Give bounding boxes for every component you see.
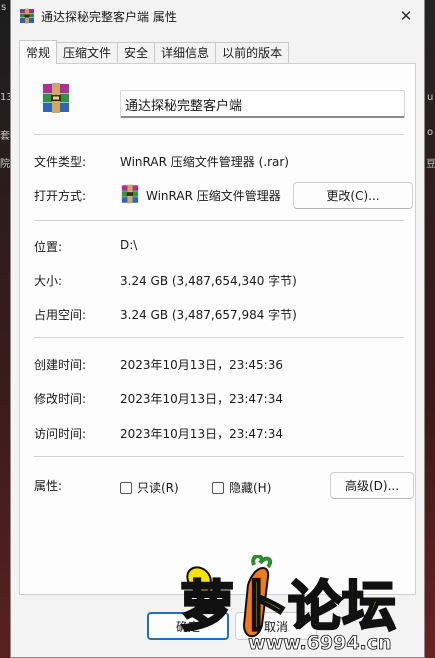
location-value: D:\ bbox=[120, 238, 138, 252]
file-type-value: WinRAR 压缩文件管理器 (.rar) bbox=[120, 155, 289, 169]
separator bbox=[34, 337, 404, 338]
opens-with-value: WinRAR 压缩文件管理器 bbox=[146, 189, 281, 203]
close-button[interactable]: ✕ bbox=[392, 4, 420, 28]
background-text: 豆 bbox=[426, 159, 435, 170]
background-text: s bbox=[1, 2, 7, 13]
separator bbox=[34, 456, 404, 457]
separator bbox=[34, 220, 404, 221]
winrar-app-icon bbox=[121, 184, 139, 204]
tab-archive[interactable]: 压缩文件 bbox=[56, 42, 119, 64]
size-value: 3.24 GB (3,487,654,340 字节) bbox=[120, 274, 297, 288]
checkbox-box[interactable] bbox=[120, 481, 132, 494]
file-type-label: 文件类型: bbox=[34, 155, 87, 169]
general-panel: 通达探秘完整客户端 文件类型: WinRAR 压缩文件管理器 (.rar) 打开… bbox=[19, 63, 416, 595]
file-name-field[interactable]: 通达探秘完整客户端 bbox=[120, 90, 405, 118]
winrar-archive-icon bbox=[43, 83, 69, 113]
size-on-disk-value: 3.24 GB (3,487,657,984 字节) bbox=[120, 308, 297, 322]
watermark-text: 萝卜论坛 bbox=[180, 575, 396, 638]
size-label: 大小: bbox=[34, 274, 63, 288]
hidden-checkbox[interactable]: 隐藏(H) bbox=[212, 479, 271, 496]
accessed-label: 访问时间: bbox=[34, 427, 87, 441]
modified-value: 2023年10月13日，23:47:34 bbox=[120, 392, 283, 406]
background-text: u bbox=[427, 92, 434, 103]
watermark-url: www.6994.cn bbox=[248, 632, 392, 654]
created-value: 2023年10月13日，23:45:36 bbox=[120, 358, 283, 372]
separator bbox=[34, 134, 404, 135]
readonly-label: 只读(R) bbox=[137, 481, 179, 495]
advanced-button[interactable]: 高级(D)... bbox=[330, 472, 414, 499]
tab-general[interactable]: 常规 bbox=[19, 40, 58, 64]
background-text: o bbox=[427, 127, 434, 138]
tab-details[interactable]: 详细信息 bbox=[154, 42, 217, 64]
window-title: 通达探秘完整客户端 属性 bbox=[41, 10, 177, 24]
tab-bar: 常规 压缩文件 安全 详细信息 以前的版本 bbox=[19, 40, 290, 64]
close-icon: ✕ bbox=[399, 7, 413, 25]
change-button[interactable]: 更改(C)... bbox=[293, 182, 413, 209]
created-label: 创建时间: bbox=[34, 358, 87, 372]
readonly-checkbox[interactable]: 只读(R) bbox=[120, 479, 179, 496]
tab-security[interactable]: 安全 bbox=[117, 42, 156, 64]
opens-with-label: 打开方式: bbox=[34, 189, 87, 203]
location-label: 位置: bbox=[34, 240, 63, 254]
background-text: 套 bbox=[0, 131, 10, 142]
attributes-label: 属性: bbox=[34, 479, 63, 493]
accessed-value: 2023年10月13日，23:47:34 bbox=[120, 427, 283, 441]
site-watermark-logo: 萝卜论坛 www.6994.cn bbox=[179, 555, 397, 654]
background-text: 院 bbox=[0, 159, 10, 170]
hidden-label: 隐藏(H) bbox=[229, 481, 272, 495]
size-on-disk-label: 占用空间: bbox=[34, 308, 87, 322]
title-bar[interactable]: 通达探秘完整客户端 属性 ✕ bbox=[11, 0, 424, 32]
checkbox-box[interactable] bbox=[212, 481, 224, 494]
tab-previous-versions[interactable]: 以前的版本 bbox=[215, 42, 290, 64]
winrar-icon bbox=[20, 8, 34, 24]
modified-label: 修改时间: bbox=[34, 392, 87, 406]
